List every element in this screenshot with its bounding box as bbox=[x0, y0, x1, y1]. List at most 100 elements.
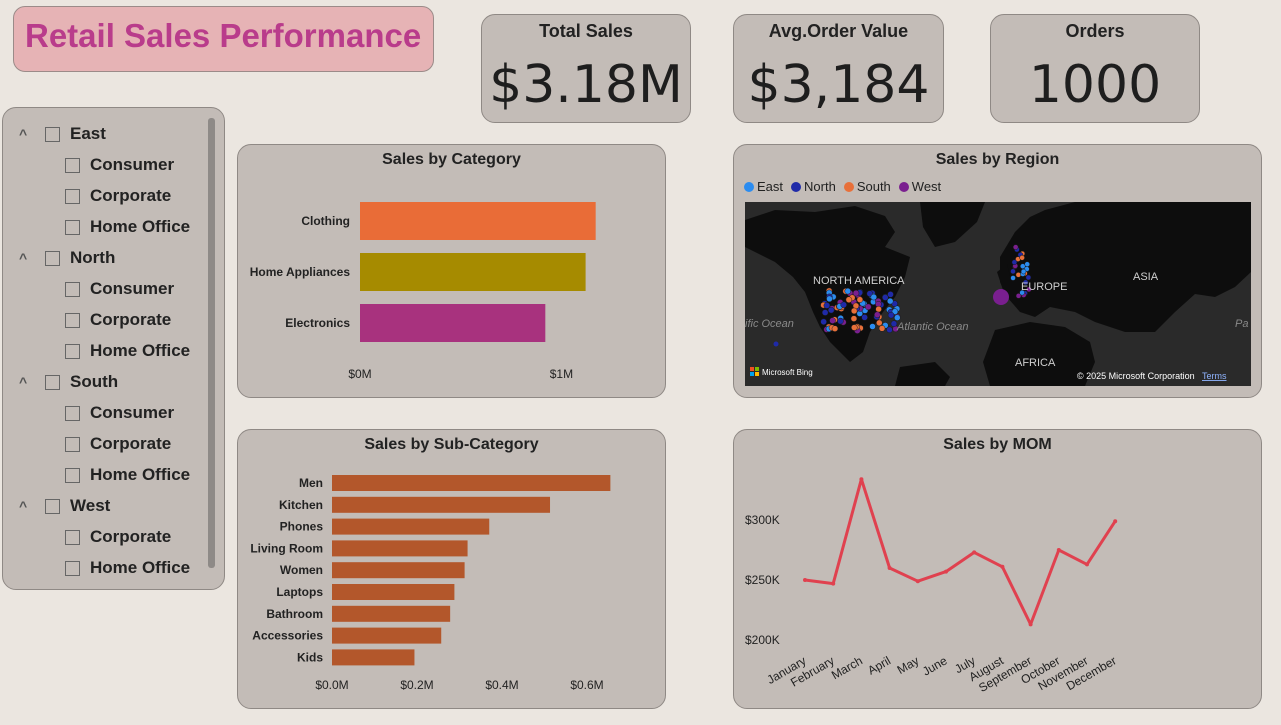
subcategory-bar[interactable] bbox=[332, 475, 611, 491]
checkbox[interactable] bbox=[65, 343, 80, 359]
line-point[interactable] bbox=[972, 550, 977, 555]
checkbox[interactable] bbox=[65, 467, 80, 483]
kpi-card-total-sales[interactable]: Total Sales $3.18M bbox=[481, 14, 691, 123]
category-bar[interactable] bbox=[360, 202, 596, 240]
line-point[interactable] bbox=[915, 579, 920, 584]
map-point[interactable] bbox=[1015, 272, 1022, 278]
map-point[interactable] bbox=[850, 315, 858, 322]
slicer-region-south[interactable]: ^ South bbox=[19, 372, 118, 392]
map-point[interactable] bbox=[840, 301, 847, 309]
checkbox[interactable] bbox=[65, 529, 80, 545]
subcategory-bar[interactable] bbox=[332, 518, 490, 535]
slicer-segment-item[interactable]: Consumer bbox=[65, 155, 174, 175]
map-point[interactable] bbox=[821, 309, 829, 316]
category-bar-chart[interactable]: Clothing Home Appliances Electronics $0M $1M bbox=[238, 145, 665, 397]
subcategory-bar[interactable] bbox=[332, 584, 455, 600]
map-point[interactable] bbox=[1025, 274, 1032, 281]
subcategory-bar[interactable] bbox=[332, 540, 468, 557]
sales-by-mom-panel[interactable]: Sales by MOM $200K $250K $300K January Febru… bbox=[733, 429, 1262, 709]
map-point[interactable] bbox=[875, 305, 882, 313]
line-point[interactable] bbox=[887, 566, 892, 570]
checkbox[interactable] bbox=[65, 405, 80, 421]
subcategory-bar[interactable] bbox=[332, 562, 465, 579]
slicer-segment-item[interactable]: Corporate bbox=[65, 434, 171, 454]
checkbox[interactable] bbox=[65, 560, 80, 576]
subcategory-bar-chart[interactable]: Men Kitchen Phones Living Room Women Laptops B… bbox=[238, 430, 665, 708]
legend-item-south[interactable]: South bbox=[843, 179, 891, 194]
line-point[interactable] bbox=[944, 569, 948, 574]
map-point[interactable] bbox=[887, 291, 894, 298]
legend-item-east[interactable]: East bbox=[744, 179, 783, 194]
map-point[interactable] bbox=[829, 317, 836, 324]
map-point[interactable] bbox=[894, 314, 901, 321]
map-point[interactable] bbox=[1020, 268, 1027, 275]
map-point[interactable] bbox=[869, 323, 876, 330]
map-terms-link[interactable]: Terms bbox=[1202, 371, 1227, 381]
line-point[interactable] bbox=[803, 578, 807, 582]
map-point[interactable] bbox=[861, 314, 868, 321]
category-bar[interactable] bbox=[360, 253, 586, 291]
checkbox[interactable] bbox=[65, 219, 80, 235]
map-point[interactable] bbox=[1011, 259, 1018, 266]
map-point[interactable] bbox=[773, 341, 779, 347]
subcategory-bar[interactable] bbox=[332, 649, 415, 666]
line-point[interactable] bbox=[859, 477, 864, 482]
map-point[interactable] bbox=[887, 311, 895, 319]
checkbox[interactable] bbox=[45, 126, 60, 142]
slicer-segment-item[interactable]: Home Office bbox=[65, 217, 190, 237]
slicer-region-north[interactable]: ^ North bbox=[19, 248, 115, 268]
legend-item-north[interactable]: North bbox=[791, 179, 836, 194]
checkbox[interactable] bbox=[65, 188, 80, 204]
map-point[interactable] bbox=[864, 303, 872, 311]
map-point[interactable] bbox=[993, 289, 1009, 305]
region-map[interactable]: NORTH AMERICA EUROPE ASIA AFRICA Atlanti… bbox=[745, 202, 1251, 386]
sales-by-category-panel[interactable]: Sales by Category Clothing Home Appliance… bbox=[237, 144, 666, 398]
mom-line-chart[interactable]: $200K$250K$300KJanuaryFebruaryMarch April… bbox=[734, 430, 1261, 708]
map-point[interactable] bbox=[826, 295, 833, 303]
map-point[interactable] bbox=[882, 294, 889, 301]
chevron-up-icon[interactable]: ^ bbox=[19, 374, 35, 390]
sales-by-subcategory-panel[interactable]: Sales by Sub-Category Men Kitchen Phones Li… bbox=[237, 429, 666, 709]
slicer-segment-item[interactable]: Home Office bbox=[65, 465, 190, 485]
subcategory-bar[interactable] bbox=[332, 627, 442, 644]
map-point[interactable] bbox=[827, 306, 835, 314]
slicer-segment-item[interactable]: Corporate bbox=[65, 186, 171, 206]
map-point[interactable] bbox=[876, 319, 883, 327]
map-point[interactable] bbox=[1019, 255, 1025, 261]
line-point[interactable] bbox=[1085, 562, 1089, 567]
slicer-segment-item[interactable]: Home Office bbox=[65, 341, 190, 361]
checkbox[interactable] bbox=[65, 157, 80, 173]
map-point[interactable] bbox=[845, 296, 853, 303]
checkbox[interactable] bbox=[65, 312, 80, 328]
map-point[interactable] bbox=[1010, 268, 1016, 275]
map-point[interactable] bbox=[850, 307, 858, 315]
slicer-segment-item[interactable]: Corporate bbox=[65, 310, 171, 330]
line-point[interactable] bbox=[1028, 622, 1033, 627]
slicer-region-east[interactable]: ^ East bbox=[19, 124, 106, 144]
map-point[interactable] bbox=[856, 296, 864, 303]
sales-line[interactable] bbox=[804, 477, 1117, 626]
line-point[interactable] bbox=[1113, 519, 1118, 524]
map-point[interactable] bbox=[1024, 261, 1030, 267]
chevron-up-icon[interactable]: ^ bbox=[19, 250, 35, 266]
chevron-up-icon[interactable]: ^ bbox=[19, 126, 35, 142]
line-point[interactable] bbox=[831, 581, 836, 586]
checkbox[interactable] bbox=[45, 498, 60, 514]
map-point[interactable] bbox=[886, 326, 893, 334]
map-point[interactable] bbox=[820, 318, 827, 326]
region-segment-slicer[interactable]: ^ East Consumer Corporate Home Office ^ North C… bbox=[2, 107, 225, 590]
checkbox[interactable] bbox=[65, 281, 80, 297]
slicer-scrollbar[interactable] bbox=[208, 118, 215, 568]
slicer-segment-item[interactable]: Consumer bbox=[65, 403, 174, 423]
chevron-up-icon[interactable]: ^ bbox=[19, 498, 35, 514]
map-point[interactable] bbox=[878, 325, 886, 332]
map-point[interactable] bbox=[874, 311, 881, 318]
map-point[interactable] bbox=[844, 287, 852, 295]
sales-by-region-panel[interactable]: Sales by Region East North South West NO… bbox=[733, 144, 1262, 398]
kpi-card-orders[interactable]: Orders 1000 bbox=[990, 14, 1200, 123]
legend-item-west[interactable]: West bbox=[898, 179, 941, 194]
kpi-card-avg-order-value[interactable]: Avg.Order Value $3,184 bbox=[733, 14, 944, 123]
map-point[interactable] bbox=[870, 293, 878, 301]
slicer-segment-item[interactable]: Corporate bbox=[65, 527, 171, 547]
subcategory-bar[interactable] bbox=[332, 496, 551, 513]
